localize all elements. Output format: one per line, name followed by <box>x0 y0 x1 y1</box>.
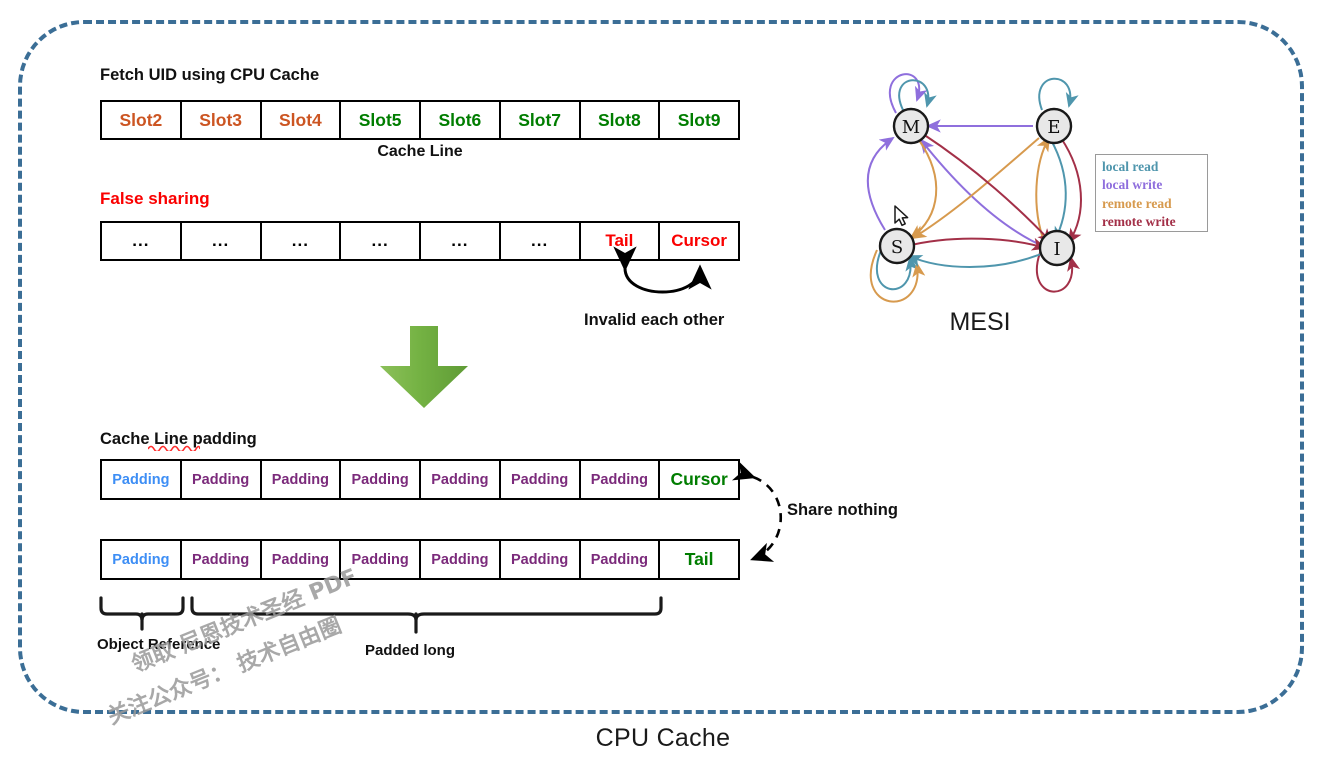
false-sharing-heading: False sharing <box>100 189 210 208</box>
padding-cell: Padding <box>262 461 342 498</box>
padding-cell: Padding <box>341 461 421 498</box>
slot-label: Slot6 <box>438 109 482 130</box>
cell-label: Padding <box>511 471 569 488</box>
padded-long-caption: Padded long <box>365 642 455 659</box>
transition-down-arrow-icon <box>380 326 468 408</box>
legend-local-write: local write <box>1102 177 1163 193</box>
cell-label: ... <box>531 231 549 250</box>
cell-label: Padding <box>112 551 170 568</box>
slot-cell: Slot5 <box>341 102 421 138</box>
mesi-legend: local read local write remote read remot… <box>1095 154 1208 232</box>
padding-cell: Padding <box>581 461 661 498</box>
cell-label: Cursor <box>670 469 728 489</box>
svg-text:S: S <box>891 237 903 258</box>
legend-local-read: local read <box>1102 159 1159 174</box>
cache-line-slot-row: Slot2 Slot3 Slot4 Slot5 Slot6 Slot7 Slot… <box>100 100 740 140</box>
cell-label: Tail <box>605 231 634 250</box>
slot-cell: Slot3 <box>182 102 262 138</box>
page-title: CPU Cache <box>595 724 731 752</box>
cell-label: Padding <box>351 471 409 488</box>
mesi-node-e: E <box>1035 107 1073 145</box>
false-sharing-cell: ... <box>421 223 501 259</box>
cell-label: ... <box>451 231 469 250</box>
slot-label: Slot4 <box>278 109 322 130</box>
cell-label: Padding <box>590 551 648 568</box>
cell-label: Padding <box>271 471 329 488</box>
false-sharing-cell: ... <box>102 223 182 259</box>
slot-label: Slot5 <box>358 109 402 130</box>
slot-cell: Slot6 <box>421 102 501 138</box>
padded-tail-row: Padding Padding Padding Padding Padding … <box>100 539 740 580</box>
slot-label: Slot7 <box>518 109 562 130</box>
svg-text:M: M <box>902 117 920 138</box>
false-sharing-cell: ... <box>262 223 342 259</box>
padded-cursor-row: Padding Padding Padding Padding Padding … <box>100 459 740 500</box>
slot-cell: Slot7 <box>501 102 581 138</box>
slot-cell: Slot2 <box>102 102 182 138</box>
false-sharing-row: ... ... ... ... ... ... Tail Cursor <box>100 221 740 261</box>
cell-label: ... <box>371 231 389 250</box>
legend-remote-write: remote write <box>1102 213 1176 229</box>
cell-label: Padding <box>192 471 250 488</box>
cell-label: Tail <box>684 549 714 569</box>
padding-cell: Padding <box>501 541 581 578</box>
padding-cell: Padding <box>421 541 501 578</box>
cursor-cell: Cursor <box>660 461 738 498</box>
slot-label: Slot8 <box>597 109 641 130</box>
svg-text:I: I <box>1053 239 1060 260</box>
slot-label: Slot9 <box>677 109 721 130</box>
cell-label: Padding <box>590 471 648 488</box>
legend-remote-read: remote read <box>1102 195 1172 211</box>
mouse-cursor-icon <box>894 205 909 227</box>
slot-label: Slot3 <box>199 109 243 130</box>
mesi-node-m: M <box>892 107 930 145</box>
invalid-each-other-caption: Invalid each other <box>584 311 725 329</box>
padding-cell: Padding <box>102 461 182 498</box>
cell-label: Padding <box>351 551 409 568</box>
slot-cell: Slot9 <box>660 102 738 138</box>
slot-label: Slot2 <box>119 109 163 130</box>
cell-label: Padding <box>112 471 170 488</box>
padding-cell: Padding <box>501 461 581 498</box>
padding-cell: Padding <box>581 541 661 578</box>
cell-label: ... <box>291 231 309 250</box>
svg-text:E: E <box>1047 117 1060 138</box>
padding-cell: Padding <box>421 461 501 498</box>
cell-label: Padding <box>192 551 250 568</box>
padding-cell: Padding <box>102 541 182 578</box>
diagram-canvas: Fetch UID using CPU Cache Slot2 Slot3 Sl… <box>0 0 1326 766</box>
false-sharing-cell-tail: Tail <box>581 223 661 259</box>
cell-label: Cursor <box>671 231 727 250</box>
cell-label: Padding <box>431 551 489 568</box>
share-nothing-caption: Share nothing <box>787 501 898 519</box>
cell-label: Padding <box>271 551 329 568</box>
false-sharing-cell: ... <box>341 223 421 259</box>
slot-cell: Slot4 <box>262 102 342 138</box>
false-sharing-cell: ... <box>182 223 262 259</box>
false-sharing-cell: ... <box>501 223 581 259</box>
slot-cell: Slot8 <box>581 102 661 138</box>
fetch-uid-heading: Fetch UID using CPU Cache <box>100 66 320 84</box>
cell-label: ... <box>132 231 150 250</box>
spellcheck-squiggle-icon <box>148 445 200 451</box>
mesi-node-i: I <box>1038 229 1076 267</box>
cell-label: ... <box>212 231 230 250</box>
padding-cell: Padding <box>182 541 262 578</box>
tail-cell: Tail <box>660 541 738 578</box>
mesi-node-s: S <box>878 227 916 265</box>
cell-label: Padding <box>511 551 569 568</box>
false-sharing-cell-cursor: Cursor <box>660 223 738 259</box>
cell-label: Padding <box>431 471 489 488</box>
mesi-title: MESI <box>949 308 1011 336</box>
padding-cell: Padding <box>182 461 262 498</box>
cache-line-caption: Cache Line <box>377 143 463 160</box>
